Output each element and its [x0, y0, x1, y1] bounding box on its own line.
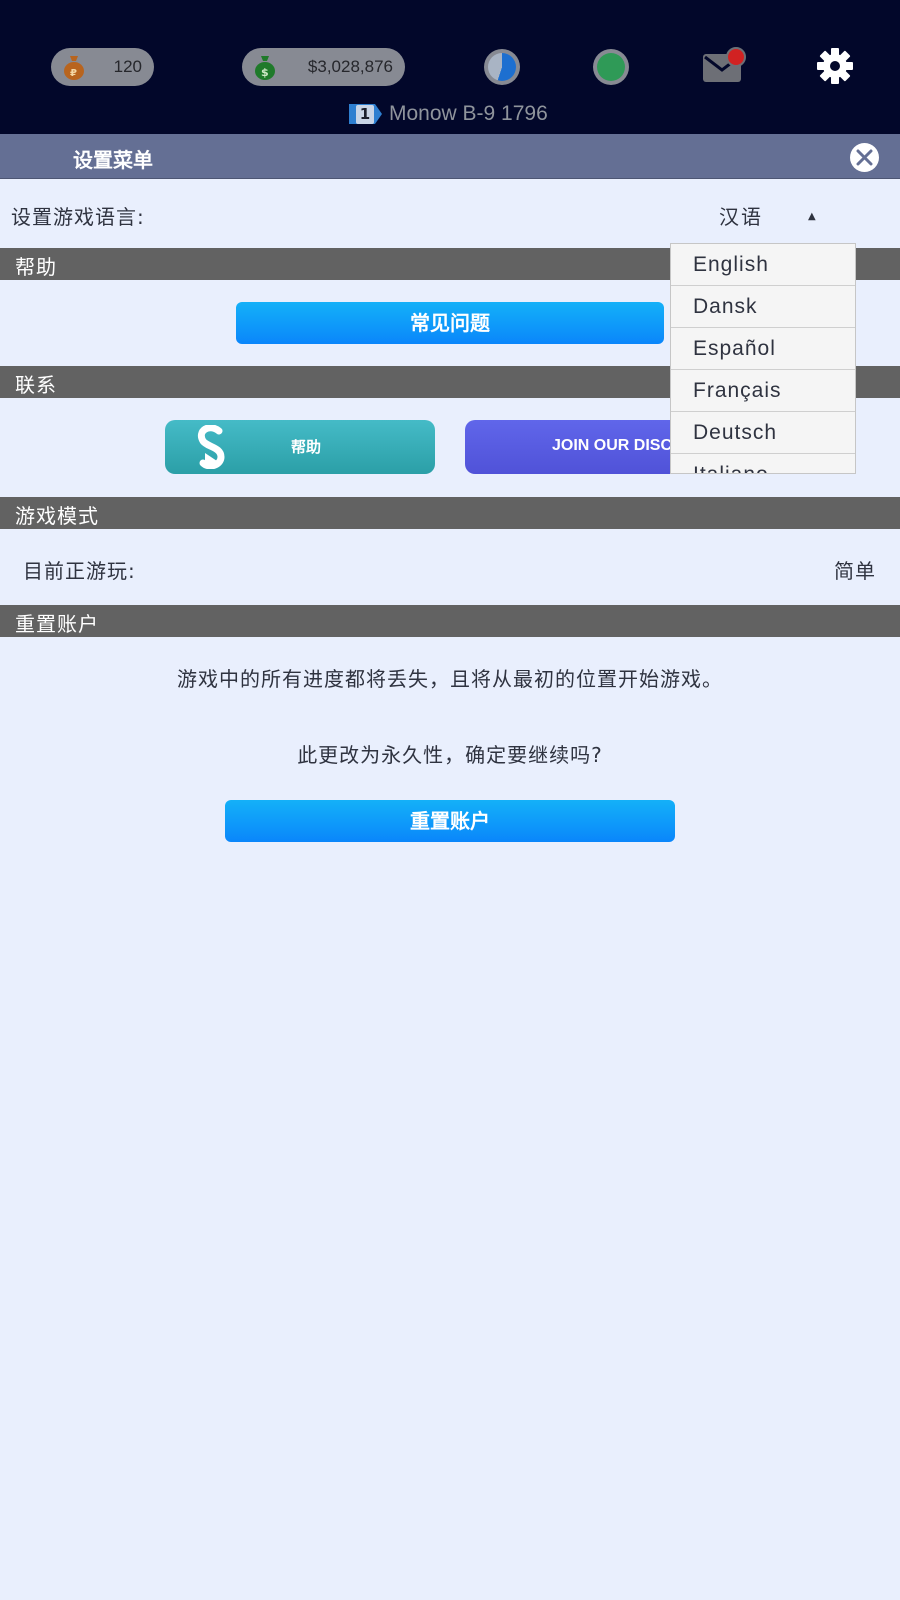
help-button[interactable]: 帮助 — [165, 420, 435, 474]
language-option-spanish[interactable]: Español — [671, 328, 855, 370]
level-number: 1 — [356, 105, 374, 124]
help-button-label: 帮助 — [291, 438, 322, 456]
rp-bag-icon: ₽ — [64, 56, 84, 80]
game-mode-section-header: 游戏模式 — [0, 497, 900, 529]
faq-button[interactable]: 常见问题 — [236, 302, 664, 344]
player-name: Monow B-9 1796 — [389, 102, 548, 125]
reset-account-button[interactable]: 重置账户 — [225, 800, 675, 842]
rp-value: 120 — [113, 57, 142, 76]
svg-text:₽: ₽ — [70, 68, 77, 79]
language-option-english[interactable]: English — [671, 244, 855, 286]
reset-warning-text: 游戏中的所有进度都将丢失，且将从最初的位置开始游戏。 — [177, 667, 723, 691]
close-icon — [856, 149, 873, 166]
language-select[interactable]: 汉语 — [719, 201, 763, 230]
cash-value: $3,028,876 — [307, 57, 393, 76]
caret-up-icon[interactable]: ▲ — [808, 211, 816, 222]
support-logo-icon — [198, 425, 225, 469]
language-option-french[interactable]: Français — [671, 370, 855, 412]
reset-confirm-text: 此更改为永久性，确定要继续吗? — [297, 743, 603, 767]
gear-icon[interactable] — [816, 47, 854, 85]
current-mode-value: 简单 — [834, 559, 876, 583]
settings-header: 设置菜单 — [0, 134, 900, 179]
help-section-title: 帮助 — [15, 255, 57, 279]
language-option-italian[interactable]: Italiano — [671, 454, 855, 473]
money-bag-icon: $ — [255, 56, 275, 80]
contact-section-title: 联系 — [15, 373, 57, 397]
rp-counter[interactable]: ₽ 120 — [51, 48, 154, 86]
player-info: 1 Monow B-9 1796 — [349, 100, 548, 128]
language-dropdown[interactable]: English Dansk Español Français Deutsch I… — [670, 243, 856, 474]
top-status-bar: ₽ 120 $ $3,028,876 1 Monow B-9 1796 — [0, 0, 900, 134]
level-badge: 1 — [349, 102, 383, 126]
game-mode-section-title: 游戏模式 — [15, 504, 99, 528]
language-label: 设置游戏语言: — [11, 205, 145, 229]
reset-section-header: 重置账户 — [0, 605, 900, 637]
svg-text:$: $ — [261, 66, 269, 79]
cash-counter[interactable]: $ $3,028,876 — [242, 48, 405, 86]
notification-badge — [726, 47, 746, 67]
language-option-danish[interactable]: Dansk — [671, 286, 855, 328]
language-option-german[interactable]: Deutsch — [671, 412, 855, 454]
clock-icon[interactable] — [484, 49, 520, 85]
close-button[interactable] — [850, 143, 879, 172]
current-mode-label: 目前正游玩: — [23, 559, 136, 583]
settings-title: 设置菜单 — [73, 148, 153, 172]
status-dot-icon[interactable] — [593, 49, 629, 85]
reset-section-title: 重置账户 — [15, 612, 99, 636]
